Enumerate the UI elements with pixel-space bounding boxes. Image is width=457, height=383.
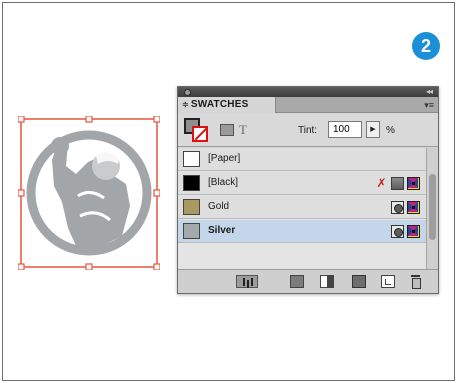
new-color-group-icon[interactable] (352, 275, 366, 288)
swatch-row-gold[interactable]: Gold (178, 196, 426, 219)
stroke-box-icon[interactable] (192, 126, 208, 142)
fill-stroke-selector[interactable] (184, 118, 208, 142)
resize-handle-left (18, 189, 25, 197)
swatch-list: [Paper] [Black] ✗ Gold Silver (178, 148, 426, 269)
panel-menu-icon[interactable]: ▾≡ (424, 99, 434, 111)
show-color-swatches-icon[interactable] (290, 275, 304, 288)
spot-color-icon (391, 224, 404, 238)
panel-titlebar[interactable]: ◂◂ (178, 87, 438, 97)
swatch-name: [Paper] (208, 153, 241, 164)
no-edit-icon: ✗ (376, 175, 387, 190)
show-swatch-kinds-icon[interactable] (236, 275, 258, 288)
swatch-name: [Black] (208, 177, 239, 188)
cmyk-mode-icon (407, 176, 420, 190)
resize-handle-bottom-left (18, 263, 25, 270)
tab-toggle-arrows-icon[interactable]: ≑ (182, 100, 189, 109)
swatch-chip (183, 199, 200, 215)
panel-collapse-icon[interactable]: ◂◂ (426, 87, 433, 97)
tint-slider-arrow-icon[interactable]: ▶ (366, 121, 380, 138)
tab-swatches[interactable]: ≑ SWATCHES (178, 97, 276, 113)
swatch-row-silver[interactable]: Silver (178, 220, 426, 243)
swatch-chip (183, 151, 200, 167)
tint-label: Tint: (298, 125, 318, 136)
swatch-list-scrollbar[interactable] (426, 148, 438, 269)
resize-handle-right (153, 189, 160, 197)
panel-close-icon[interactable] (184, 89, 191, 96)
formatting-affects-container-icon[interactable] (220, 124, 234, 136)
formatting-affects-text-icon[interactable]: T (239, 122, 247, 138)
resize-handle-top-left (18, 116, 25, 123)
tint-percent-sign: % (386, 125, 395, 136)
spot-color-icon (391, 200, 404, 214)
show-gradient-swatches-icon[interactable] (320, 275, 334, 288)
resize-handle-top-right (153, 116, 160, 123)
tab-swatches-label: SWATCHES (190, 99, 249, 110)
swatch-name: Gold (208, 201, 230, 212)
resize-handle-bottom (85, 263, 93, 270)
color-type-icon (391, 176, 404, 190)
artwork-graphic (18, 116, 160, 270)
swatch-name: Silver (208, 225, 236, 236)
swatch-chip (183, 223, 200, 239)
delete-swatch-icon[interactable] (410, 275, 422, 289)
swatch-controls: T Tint: 100 ▶ % (178, 113, 438, 147)
selected-artwork[interactable] (18, 116, 160, 270)
swatch-row-black[interactable]: [Black] ✗ (178, 172, 426, 195)
resize-handle-bottom-right (153, 263, 160, 270)
panel-footer (178, 269, 438, 293)
swatches-panel: ◂◂ ≑ SWATCHES ▾≡ T Tint: 100 ▶ % [Paper] … (177, 86, 439, 294)
resize-handle-top (85, 116, 93, 123)
swatch-chip (183, 175, 200, 191)
tint-input[interactable]: 100 (328, 121, 362, 138)
scrollbar-thumb[interactable] (429, 174, 436, 240)
swatch-row-paper[interactable]: [Paper] (178, 148, 426, 171)
panel-tab-row: ≑ SWATCHES ▾≡ (178, 97, 438, 113)
cmyk-mode-icon (407, 200, 420, 214)
cmyk-mode-icon (407, 224, 420, 238)
new-swatch-icon[interactable] (381, 275, 395, 288)
step-number-badge: 2 (412, 32, 440, 60)
